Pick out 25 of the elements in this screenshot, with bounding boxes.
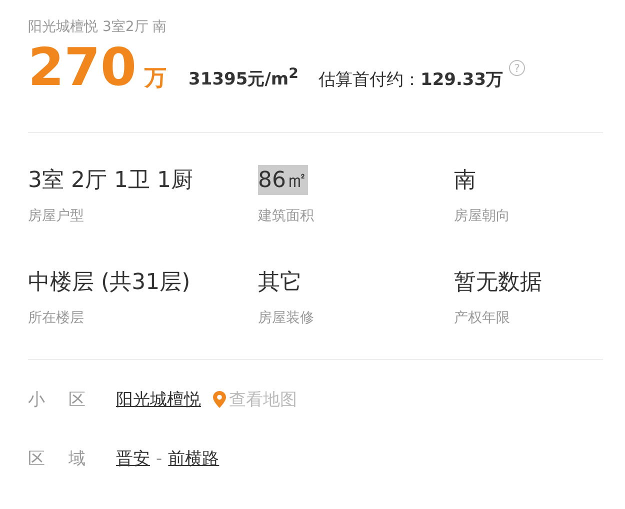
attribute-value: 其它: [258, 269, 302, 297]
map-pin-icon: [213, 391, 226, 408]
community-label: 小 区: [28, 389, 86, 411]
attribute-label: 产权年限: [454, 309, 510, 327]
road-link[interactable]: 前横路: [168, 447, 220, 470]
district-link[interactable]: 晋安: [116, 447, 150, 470]
community-link[interactable]: 阳光城檀悦: [116, 388, 201, 411]
attribute-label: 房屋装修: [258, 309, 314, 327]
total-price: 270: [28, 42, 137, 94]
separator: -: [156, 448, 162, 468]
attribute-label: 建筑面积: [258, 207, 314, 225]
attribute-label: 房屋户型: [28, 207, 84, 225]
attribute-value: 86㎡: [258, 165, 308, 195]
area-label: 区 域: [28, 448, 86, 470]
listing-title: 阳光城檀悦 3室2厅 南: [28, 18, 168, 36]
attribute-value: 3室 2厅 1卫 1厨: [28, 167, 193, 195]
attribute-value: 暂无数据: [454, 269, 542, 297]
attribute-value: 南: [454, 167, 476, 195]
down-payment: 129.33万: [420, 69, 504, 91]
unit-price: 31395元/m$^{2}$: [188, 66, 298, 91]
down-payment-label: 估算首付约：: [318, 69, 420, 91]
price-unit: 万: [144, 65, 167, 93]
attribute-value: 中楼层 (共31层): [28, 269, 190, 297]
attribute-label: 房屋朝向: [454, 207, 510, 225]
attribute-label: 所在楼层: [28, 309, 84, 327]
